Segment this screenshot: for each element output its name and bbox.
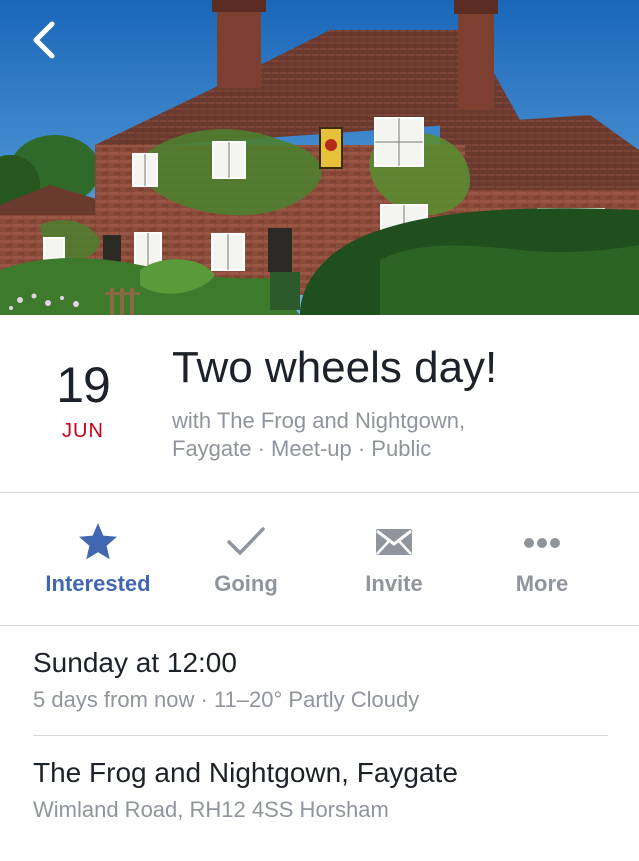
event-date-day: 19 (56, 357, 111, 413)
event-host-line: with The Frog and Nightgown, (172, 408, 466, 433)
back-button[interactable] (26, 18, 66, 62)
interested-label: Interested (45, 571, 151, 596)
checkmark-icon (227, 527, 265, 555)
event-title: Two wheels day! (172, 343, 498, 392)
event-meta-line: Faygate · Meet-up · Public (172, 436, 432, 461)
event-location-row[interactable]: The Frog and Nightgown, Faygate Wimland … (33, 757, 608, 823)
row-divider (33, 735, 608, 736)
chevron-left-icon (33, 21, 55, 59)
event-date-month: JUN (62, 420, 104, 442)
star-icon (79, 523, 117, 560)
envelope-icon (376, 529, 412, 555)
event-time: Sunday at 12:00 (33, 647, 237, 678)
going-label: Going (214, 571, 278, 596)
event-time-row[interactable]: Sunday at 12:00 5 days from now · 11–20°… (33, 647, 608, 713)
event-time-details: 5 days from now · 11–20° Partly Cloudy (33, 686, 420, 712)
event-location-name: The Frog and Nightgown, Faygate (33, 757, 458, 788)
event-subtitle: with The Frog and Nightgown, Faygate · M… (172, 407, 612, 463)
event-action-bar: Interested Going Invite More (0, 493, 639, 626)
going-button[interactable]: Going (166, 493, 326, 625)
event-location-address: Wimland Road, RH12 4SS Horsham (33, 796, 389, 822)
pub-building-illustration (0, 0, 639, 315)
more-dots-icon (524, 538, 560, 548)
interested-button[interactable]: Interested (18, 493, 178, 625)
invite-button[interactable]: Invite (314, 493, 474, 625)
more-button[interactable]: More (462, 493, 622, 625)
event-cover-photo (0, 0, 639, 315)
invite-label: Invite (365, 571, 423, 596)
more-label: More (515, 571, 569, 596)
